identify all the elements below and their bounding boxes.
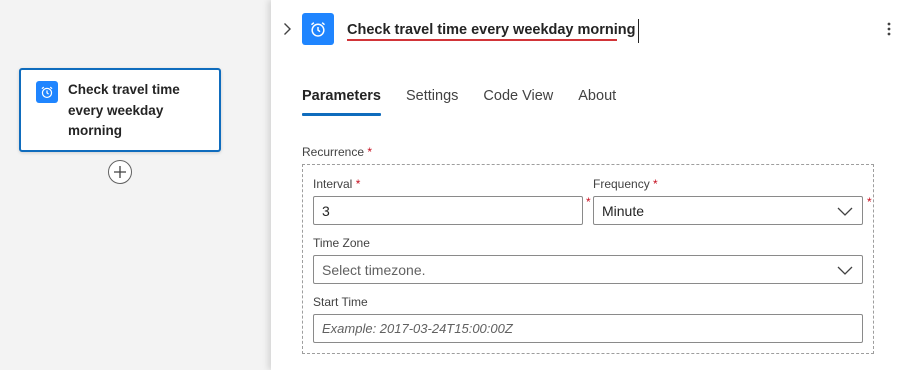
timezone-label: Time Zone bbox=[313, 236, 370, 250]
start-time-placeholder: Example: 2017-03-24T15:00:00Z bbox=[322, 321, 513, 336]
tab-about[interactable]: About bbox=[578, 86, 616, 116]
designer-canvas: Check travel time every weekday morning bbox=[0, 0, 271, 370]
chevron-down-icon bbox=[837, 207, 853, 216]
tab-parameters[interactable]: Parameters bbox=[302, 86, 381, 116]
required-marker: * bbox=[653, 177, 658, 191]
timezone-placeholder: Select timezone. bbox=[322, 261, 426, 278]
details-panel: Check travel time every weekday morning … bbox=[271, 0, 900, 370]
interval-label-text: Interval bbox=[313, 177, 353, 191]
required-marker: * bbox=[867, 195, 872, 209]
panel-tabs: Parameters Settings Code View About bbox=[302, 86, 641, 116]
plus-circle-icon bbox=[114, 166, 126, 178]
start-time-label: Start Time bbox=[313, 295, 368, 309]
more-vertical-icon bbox=[887, 22, 891, 36]
interval-label: Interval * bbox=[313, 177, 360, 191]
timezone-dropdown[interactable]: Select timezone. bbox=[313, 255, 863, 284]
chevron-right-icon bbox=[284, 23, 291, 35]
add-step-button[interactable] bbox=[108, 160, 132, 184]
start-time-input[interactable]: Example: 2017-03-24T15:00:00Z bbox=[313, 314, 863, 343]
interval-value: 3 bbox=[322, 202, 330, 219]
collapse-panel-button[interactable] bbox=[279, 19, 295, 39]
frequency-dropdown[interactable]: Minute bbox=[593, 196, 863, 225]
tab-settings[interactable]: Settings bbox=[406, 86, 458, 116]
interval-field[interactable]: 3 bbox=[313, 196, 583, 225]
recurrence-label-text: Recurrence bbox=[302, 145, 365, 159]
alarm-clock-icon bbox=[36, 81, 58, 103]
required-marker: * bbox=[355, 177, 361, 191]
tab-code-view[interactable]: Code View bbox=[483, 86, 553, 116]
frequency-value: Minute bbox=[602, 202, 645, 219]
node-title: Check travel time every weekday morning bbox=[68, 82, 180, 138]
recurrence-label: Recurrence * bbox=[302, 145, 372, 159]
frequency-label: Frequency * bbox=[593, 177, 658, 191]
spellcheck-underline bbox=[347, 39, 617, 41]
panel-header: Check travel time every weekday morning bbox=[271, 0, 900, 60]
recurrence-trigger-node[interactable]: Check travel time every weekday morning bbox=[19, 68, 221, 152]
chevron-down-icon bbox=[837, 266, 853, 275]
more-options-button[interactable] bbox=[881, 19, 897, 39]
alarm-clock-icon bbox=[302, 13, 334, 45]
frequency-label-text: Frequency bbox=[593, 177, 650, 191]
required-marker: * bbox=[367, 145, 373, 159]
required-marker: * bbox=[586, 195, 591, 209]
